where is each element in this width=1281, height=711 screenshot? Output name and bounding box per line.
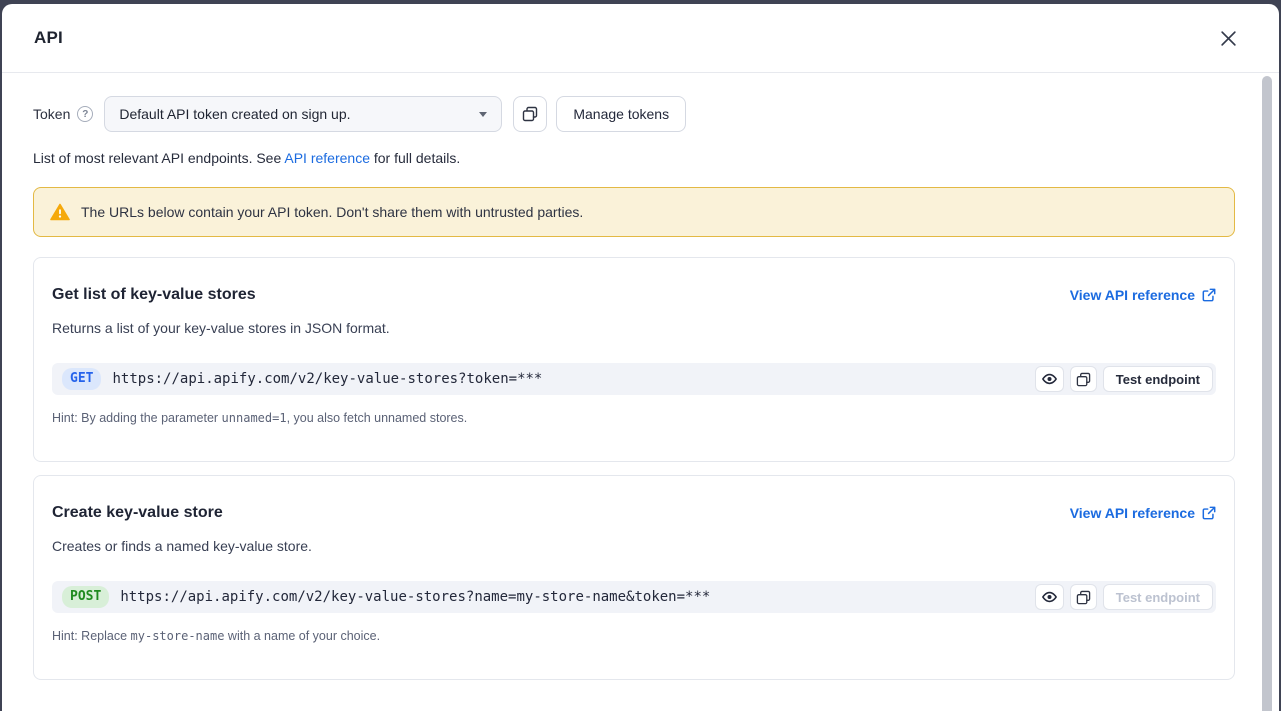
close-icon — [1220, 30, 1237, 47]
eye-icon — [1041, 371, 1058, 387]
warning-text: The URLs below contain your API token. D… — [81, 204, 583, 220]
endpoint-hint: Hint: Replace my-store-name with a name … — [52, 629, 1216, 643]
modal-header: API — [2, 4, 1279, 73]
endpoint-actions: Test endpoint — [1035, 584, 1213, 610]
api-modal: API Token ? Default API token created on… — [2, 4, 1279, 711]
copy-url-button[interactable] — [1070, 584, 1097, 610]
view-api-reference-link[interactable]: View API reference — [1070, 505, 1216, 521]
card-title: Create key-value store — [52, 504, 223, 522]
warning-banner: The URLs below contain your API token. D… — [33, 187, 1235, 237]
external-link-icon — [1202, 506, 1216, 520]
copy-token-button[interactable] — [513, 96, 547, 132]
intro-after: for full details. — [370, 150, 460, 166]
endpoint-url: https://api.apify.com/v2/key-value-store… — [120, 589, 1023, 605]
card-header: Get list of key-value stores View API re… — [52, 286, 1216, 304]
hint-after: , you also fetch unnamed stores. — [287, 411, 468, 425]
view-api-reference-label: View API reference — [1070, 287, 1195, 303]
hint-before: Hint: By adding the parameter — [52, 411, 222, 425]
token-select[interactable]: Default API token created on sign up. — [104, 96, 502, 132]
copy-url-button[interactable] — [1070, 366, 1097, 392]
view-api-reference-link[interactable]: View API reference — [1070, 287, 1216, 303]
card-description: Returns a list of your key-value stores … — [52, 320, 1216, 336]
eye-icon — [1041, 589, 1058, 605]
hint-code: unnamed=1 — [222, 411, 287, 425]
card-header: Create key-value store View API referenc… — [52, 504, 1216, 522]
scrollbar[interactable] — [1262, 76, 1272, 711]
endpoint-actions: Test endpoint — [1035, 366, 1213, 392]
endpoint-url: https://api.apify.com/v2/key-value-store… — [112, 371, 1023, 387]
close-button[interactable] — [1216, 26, 1241, 51]
modal-body: Token ? Default API token created on sig… — [2, 73, 1279, 680]
view-api-reference-label: View API reference — [1070, 505, 1195, 521]
help-icon[interactable]: ? — [77, 106, 93, 122]
test-endpoint-button[interactable]: Test endpoint — [1103, 366, 1213, 392]
token-row: Token ? Default API token created on sig… — [33, 96, 1235, 132]
api-reference-link[interactable]: API reference — [284, 150, 370, 166]
endpoint-card-get-list: Get list of key-value stores View API re… — [33, 257, 1235, 462]
hint-after: with a name of your choice. — [224, 629, 380, 643]
intro-text: List of most relevant API endpoints. See… — [33, 150, 1235, 166]
hint-code: my-store-name — [131, 629, 225, 643]
endpoint-hint: Hint: By adding the parameter unnamed=1,… — [52, 411, 1216, 425]
token-label: Token — [33, 106, 70, 122]
manage-tokens-button[interactable]: Manage tokens — [556, 96, 686, 132]
page-title: API — [34, 28, 63, 48]
hint-before: Hint: Replace — [52, 629, 131, 643]
copy-icon — [522, 106, 538, 122]
copy-icon — [1076, 372, 1091, 387]
test-endpoint-button[interactable]: Test endpoint — [1103, 584, 1213, 610]
copy-icon — [1076, 590, 1091, 605]
endpoint-url-bar: GET https://api.apify.com/v2/key-value-s… — [52, 363, 1216, 395]
token-select-value: Default API token created on sign up. — [119, 106, 350, 122]
warning-icon — [50, 203, 70, 221]
endpoint-card-create-store: Create key-value store View API referenc… — [33, 475, 1235, 680]
card-description: Creates or finds a named key-value store… — [52, 538, 1216, 554]
endpoint-url-bar: POST https://api.apify.com/v2/key-value-… — [52, 581, 1216, 613]
reveal-token-button[interactable] — [1035, 366, 1064, 392]
card-title: Get list of key-value stores — [52, 286, 256, 304]
intro-before: List of most relevant API endpoints. See — [33, 150, 284, 166]
reveal-token-button[interactable] — [1035, 584, 1064, 610]
method-badge: POST — [62, 586, 109, 608]
external-link-icon — [1202, 288, 1216, 302]
method-badge: GET — [62, 368, 101, 390]
chevron-down-icon — [479, 112, 487, 117]
